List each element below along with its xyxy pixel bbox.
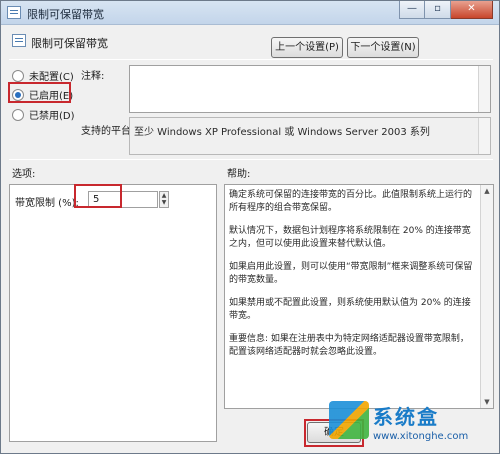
platform-value: 至少 Windows XP Professional 或 Windows Ser… — [134, 127, 430, 138]
help-paragraph: 默认情况下，数据包计划程序将系统限制在 20% 的连接带宽之内，但可以使用此设置… — [229, 226, 471, 249]
help-text: 确定系统可保留的连接带宽的百分比。此值限制系统上运行的所有程序的组合带宽保留。 … — [229, 189, 477, 369]
enabled-highlight-box — [8, 82, 71, 103]
scroll-up-icon[interactable]: ▲ — [483, 187, 491, 195]
help-scrollbar[interactable]: ▲ ▼ — [480, 185, 493, 408]
radio-disabled-icon[interactable] — [12, 108, 24, 121]
bandwidth-limit-label: 带宽限制 (%): — [15, 198, 79, 209]
policy-name: 限制可保留带宽 — [31, 37, 108, 50]
radio-not-configured-icon[interactable] — [12, 69, 24, 82]
radio-disabled[interactable]: 已禁用(D) — [12, 107, 75, 122]
policy-settings-icon — [7, 6, 21, 19]
help-section-label: 帮助: — [227, 169, 251, 180]
window-controls: — ▫ ✕ — [399, 1, 493, 19]
minimize-button[interactable]: — — [399, 1, 425, 19]
help-paragraph: 重要信息: 如果在注册表中为特定网络适配器设置带宽限制，配置该网络适配器时就会忽… — [229, 334, 469, 357]
comment-scrollbar[interactable] — [478, 66, 490, 112]
platform-label: 支持的平台: — [81, 126, 135, 137]
help-paragraph: 如果禁用或不配置此设置，则系统使用默认值为 20% 的连接带宽。 — [229, 298, 471, 321]
radio-disabled-label: 已禁用(D) — [29, 111, 75, 122]
policy-icon — [12, 34, 26, 47]
platform-field: 至少 Windows XP Professional 或 Windows Ser… — [129, 117, 491, 155]
next-setting-button[interactable]: 下一个设置(N) — [347, 37, 419, 58]
bandwidth-highlight-box — [74, 184, 122, 208]
policy-dialog: 限制可保留带宽 — ▫ ✕ 限制可保留带宽 上一个设置(P) 下一个设置(N) … — [0, 0, 500, 454]
comment-input[interactable] — [129, 65, 491, 113]
close-button[interactable]: ✕ — [451, 1, 493, 19]
maximize-button[interactable]: ▫ — [425, 1, 451, 19]
options-panel: 带宽限制 (%): 5 ▲ ▼ — [9, 184, 217, 442]
watermark-name: 系统盒 — [373, 405, 439, 429]
help-paragraph: 如果启用此设置，则可以使用“带宽限制”框来调整系统可保留的带宽数量。 — [229, 262, 473, 285]
bandwidth-limit-spinner[interactable]: ▲ ▼ — [159, 191, 169, 208]
help-paragraph: 确定系统可保留的连接带宽的百分比。此值限制系统上运行的所有程序的组合带宽保留。 — [229, 190, 473, 213]
options-section-label: 选项: — [12, 169, 36, 180]
radio-not-configured[interactable]: 未配置(C) — [12, 68, 74, 83]
radio-not-configured-label: 未配置(C) — [29, 72, 74, 83]
platform-scrollbar[interactable] — [478, 118, 490, 154]
spin-down-icon[interactable]: ▼ — [160, 199, 168, 206]
watermark-url: www.xitonghe.com — [373, 431, 469, 442]
title-bar[interactable]: 限制可保留带宽 — ▫ ✕ — [1, 1, 499, 25]
header-divider — [9, 59, 493, 60]
previous-setting-button[interactable]: 上一个设置(P) — [271, 37, 343, 58]
middle-divider — [9, 159, 493, 160]
watermark-logo-icon — [329, 401, 369, 439]
help-panel: 确定系统可保留的连接带宽的百分比。此值限制系统上运行的所有程序的组合带宽保留。 … — [224, 184, 494, 409]
spin-up-icon[interactable]: ▲ — [160, 192, 168, 199]
watermark: 系统盒 www.xitonghe.com — [329, 399, 499, 451]
comment-label: 注释: — [81, 71, 105, 82]
window-title: 限制可保留带宽 — [27, 8, 104, 21]
